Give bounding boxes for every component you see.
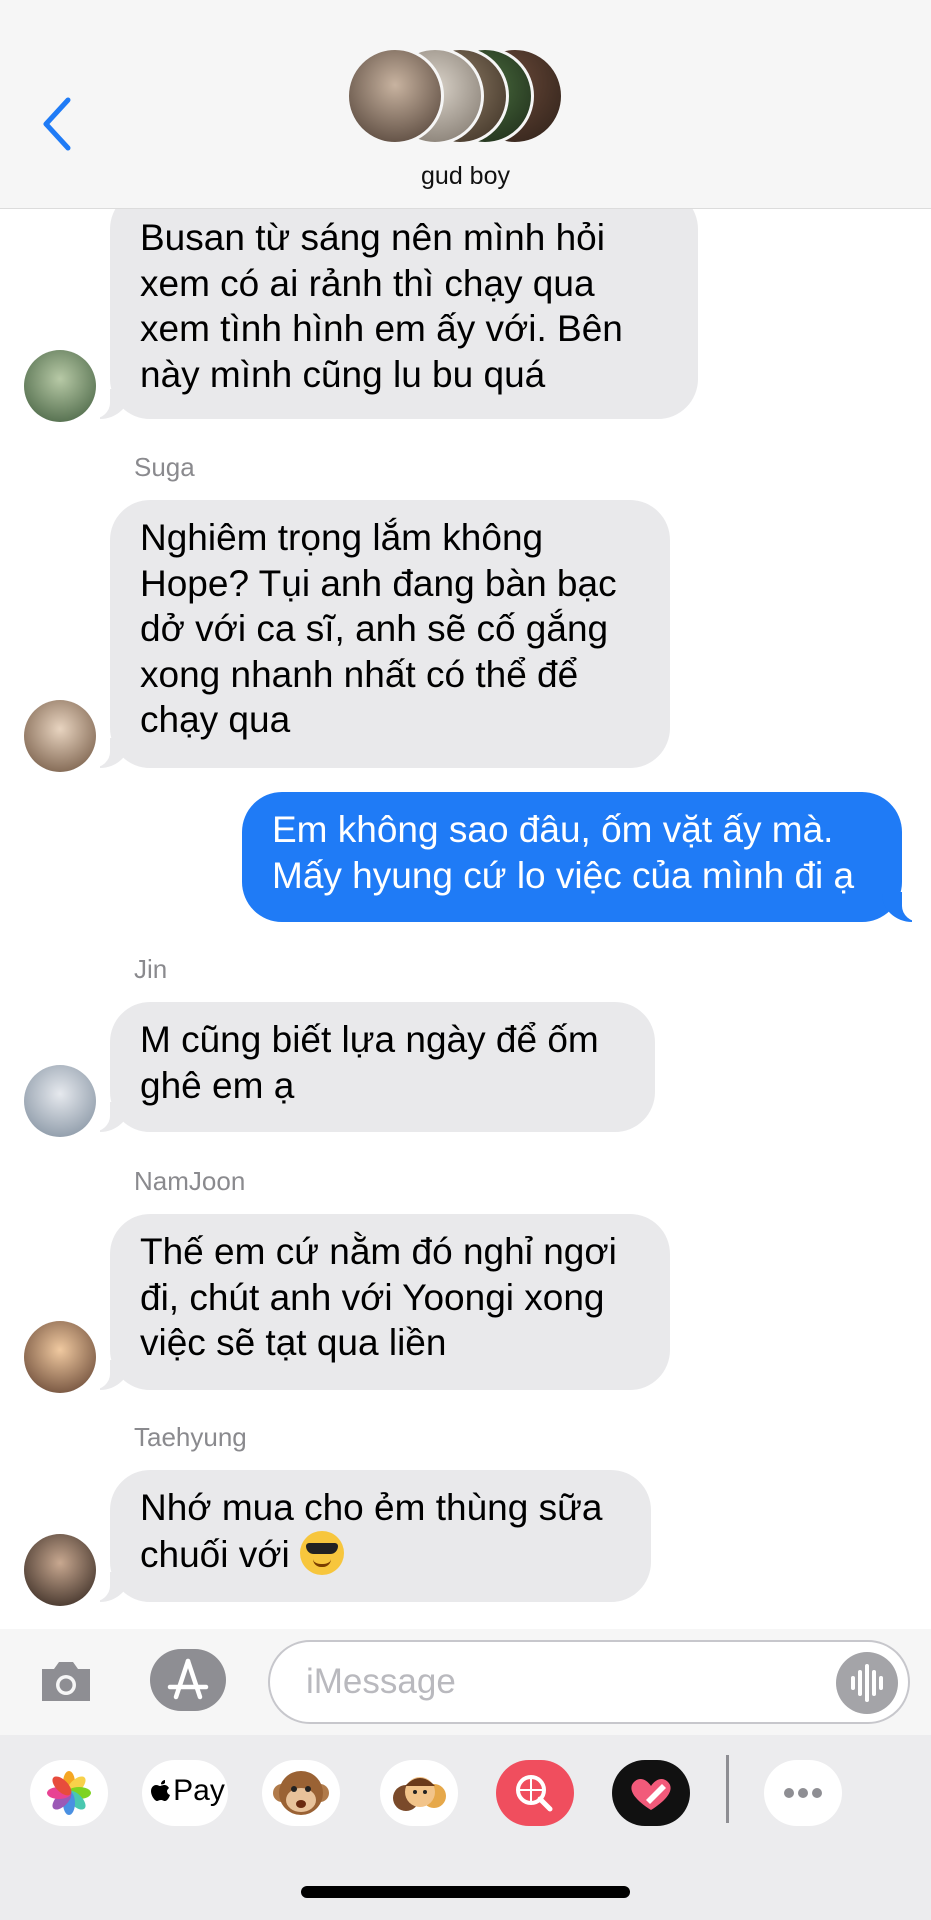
chevron-left-icon[interactable] xyxy=(38,94,78,154)
apple-pay-label: Pay xyxy=(173,1774,225,1807)
app-store-icon[interactable] xyxy=(150,1649,226,1711)
avatar xyxy=(24,1065,96,1137)
audio-waveform-icon[interactable] xyxy=(836,1652,898,1714)
message-bubble[interactable]: Nghiêm trọng lắm không Hope? Tụi anh đan… xyxy=(90,500,670,768)
avatar xyxy=(24,700,96,772)
imessage-input-field[interactable] xyxy=(268,1640,910,1724)
drawer-divider xyxy=(726,1755,729,1823)
sender-name: Jin xyxy=(134,954,168,984)
message-text: Em không sao đâu, ốm vặt ấy mà. Mấy hyun… xyxy=(272,809,855,896)
avatar xyxy=(24,1534,96,1606)
message-list[interactable]: Busan từ sáng nên mình hỏi xem có ai rản… xyxy=(0,209,931,1629)
home-indicator[interactable] xyxy=(301,1886,630,1898)
more-apps-icon[interactable] xyxy=(764,1760,842,1826)
avatar xyxy=(346,47,444,145)
sender-name: Taehyung xyxy=(134,1422,247,1452)
message-text: Thế em cứ nằm đó nghỉ ngơi đi, chút anh … xyxy=(140,1231,617,1363)
group-name[interactable]: gud boy xyxy=(0,162,931,191)
conversation-header: gud boy xyxy=(0,0,931,209)
group-avatar-stack[interactable] xyxy=(346,47,586,147)
animoji-icon[interactable] xyxy=(262,1760,340,1826)
smiling-face-with-sunglasses-icon xyxy=(300,1530,344,1575)
message-bubble[interactable]: Busan từ sáng nên mình hỏi xem có ai rản… xyxy=(90,209,698,419)
avatar xyxy=(24,350,96,422)
message-text: M cũng biết lựa ngày để ốm ghê em ạ xyxy=(140,1019,599,1106)
sender-name: NamJoon xyxy=(134,1166,246,1196)
message-bubble-outgoing[interactable]: Em không sao đâu, ốm vặt ấy mà. Mấy hyun… xyxy=(242,792,922,922)
camera-icon[interactable] xyxy=(36,1651,96,1711)
message-input[interactable] xyxy=(306,1660,826,1704)
message-bubble[interactable]: M cũng biết lựa ngày để ốm ghê em ạ xyxy=(90,1002,655,1132)
message-text: Nghiêm trọng lắm không Hope? Tụi anh đan… xyxy=(140,517,617,740)
digital-touch-icon[interactable] xyxy=(612,1760,690,1826)
app-drawer: Pay xyxy=(0,1735,931,1920)
sender-name: Suga xyxy=(134,452,195,482)
message-text: Nhớ mua cho ẻm thùng sữa chuối với xyxy=(140,1485,621,1577)
message-bubble[interactable]: Nhớ mua cho ẻm thùng sữa chuối với xyxy=(90,1470,651,1602)
message-text-line: Nhớ mua cho ẻm thùng sữa xyxy=(140,1487,603,1528)
message-text-line: chuối với xyxy=(140,1533,290,1575)
message-bubble[interactable]: Thế em cứ nằm đó nghỉ ngơi đi, chút anh … xyxy=(90,1214,670,1390)
image-search-icon[interactable] xyxy=(496,1760,574,1826)
apple-pay-icon[interactable]: Pay xyxy=(142,1760,228,1826)
avatar xyxy=(24,1321,96,1393)
photos-icon[interactable] xyxy=(30,1760,108,1826)
memoji-icon[interactable] xyxy=(380,1760,458,1826)
message-text: Busan từ sáng nên mình hỏi xem có ai rản… xyxy=(140,217,623,395)
compose-bar xyxy=(0,1629,931,1735)
